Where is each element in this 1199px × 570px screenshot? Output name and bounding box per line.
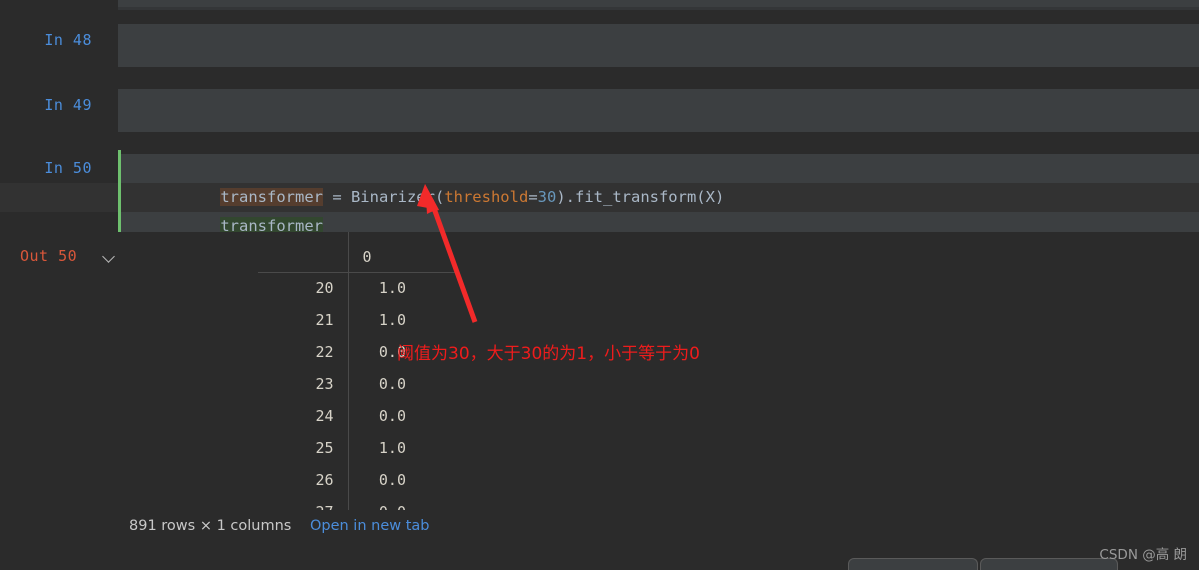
table-row[interactable]: 26 0.0	[258, 464, 1199, 496]
row-index-cell: 24	[258, 400, 349, 432]
table-row[interactable]: 20 1.0	[258, 272, 1199, 304]
row-filler	[458, 368, 1199, 400]
table-cell: 1.0	[378, 439, 406, 457]
cell-output-area: Out 50 0 20 1.0 21 1.0 22 0.0 23 0.0 24 0.0 25 1.0 2…	[0, 232, 1199, 570]
code-cell-in-49[interactable]: In 49 1 X = data_2.iloc[:,0].values.resh…	[0, 89, 1199, 132]
cell-prompt-in-48[interactable]: In 48	[0, 31, 118, 49]
row-index-cell: 27	[258, 496, 349, 510]
table-cell: 0.0	[378, 471, 406, 489]
previous-cell-shadow	[118, 7, 1199, 10]
chevron-down-icon[interactable]	[103, 250, 117, 264]
row-index-cell: 25	[258, 432, 349, 464]
dataframe-table[interactable]: 0 201.0211.0220.0230.0240.0251.0260.0270…	[258, 232, 1199, 510]
code-line[interactable]: 1 transformer = Binarizer(threshold=30).…	[121, 154, 1199, 206]
row-filler	[458, 272, 1199, 304]
code-line[interactable]: 2 transformer	[121, 183, 1199, 232]
row-filler	[458, 496, 1199, 510]
cell-prompt-in-49[interactable]: In 49	[0, 96, 118, 114]
cell-editor-area[interactable]: 1 transformer = Binarizer(threshold=30).…	[121, 154, 1199, 232]
row-index-cell: 26	[258, 464, 349, 496]
dataframe-body: 201.0211.0220.0230.0240.0251.0260.0270.0…	[258, 272, 1199, 510]
row-filler	[458, 400, 1199, 432]
table-cell: 0.0	[378, 407, 406, 425]
bottom-tab-1[interactable]	[848, 558, 978, 570]
prompt-label: In 50	[44, 159, 92, 177]
prompt-label: In 49	[44, 96, 92, 114]
dataframe-scroll-clip[interactable]: 0 201.0211.0220.0230.0240.0251.0260.0270…	[129, 232, 1199, 510]
row-index-cell: 21	[258, 304, 349, 336]
row-filler	[458, 432, 1199, 464]
code-cell-in-48[interactable]: In 48 1 from sklearn.preprocessing impor…	[0, 24, 1199, 67]
prompt-label: Out 50	[20, 247, 78, 265]
table-header-row: 0	[258, 232, 1199, 273]
row-filler	[458, 304, 1199, 336]
arrow-up-left-icon	[417, 184, 478, 323]
notebook-editor: In 48 1 from sklearn.preprocessing impor…	[0, 0, 1199, 570]
watermark: CSDN @高 朗	[1099, 547, 1187, 563]
dataframe-footer: 891 rows × 1 columns Open in new tab	[129, 518, 430, 534]
table-row[interactable]: 23 0.0	[258, 368, 1199, 400]
table-row[interactable]: 24 0.0	[258, 400, 1199, 432]
code-line[interactable]: 1 from sklearn.preprocessing import Bina…	[118, 24, 1199, 67]
bottom-tab-2[interactable]	[980, 558, 1118, 570]
table-row[interactable]: 25 1.0	[258, 432, 1199, 464]
table-row[interactable]: 270.0	[258, 496, 1199, 510]
code-cell-in-50[interactable]: In 50 1 transformer = Binarizer(threshol…	[0, 150, 1199, 234]
code-token-occurrence-read: transformer	[220, 217, 323, 232]
header-filler	[458, 232, 1199, 272]
annotation-text: 阈值为30，大于30的为1，小于等于为0	[397, 344, 700, 364]
row-filler	[458, 464, 1199, 496]
code-text: transformer	[127, 183, 323, 232]
cell-prompt-in-50[interactable]: In 50	[0, 154, 118, 183]
table-cell: 0.0	[348, 496, 458, 510]
open-in-new-tab-link[interactable]: Open in new tab	[310, 518, 430, 534]
cell-prompt-out-50[interactable]: Out 50	[0, 247, 130, 265]
code-line[interactable]: 1 X = data_2.iloc[:,0].values.reshape(-1…	[118, 89, 1199, 132]
row-index-cell: 22	[258, 336, 349, 368]
table-cell: 0.0	[378, 375, 406, 393]
index-column-header	[258, 232, 348, 273]
bottom-floating-tabs[interactable]	[848, 558, 1118, 570]
previous-cell-partial	[118, 0, 1199, 7]
row-index-cell: 20	[258, 272, 349, 304]
dataframe-shape-summary: 891 rows × 1 columns	[129, 518, 292, 534]
code-text: X = data_2.iloc[:,0].values.reshape(-1,1…	[127, 89, 885, 132]
dataframe-head: 0	[258, 232, 1199, 273]
cell-editor-area[interactable]: 1 X = data_2.iloc[:,0].values.reshape(-1…	[118, 89, 1199, 132]
code-text: from sklearn.preprocessing import Binari…	[127, 24, 622, 67]
prompt-label: In 48	[44, 31, 92, 49]
row-index-cell: 23	[258, 368, 349, 400]
table-row[interactable]: 21 1.0	[258, 304, 1199, 336]
cell-editor-area[interactable]: 1 from sklearn.preprocessing import Bina…	[118, 24, 1199, 67]
